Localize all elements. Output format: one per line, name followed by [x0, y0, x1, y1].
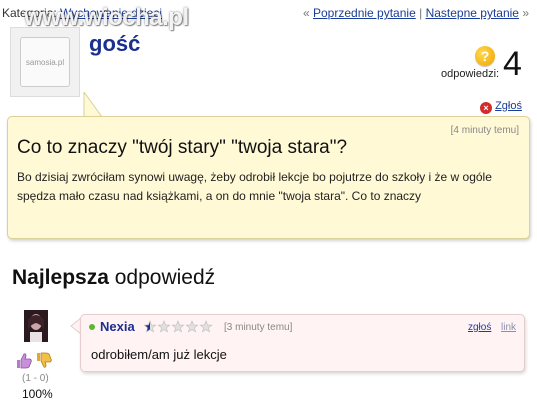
vote-counts: (1 - 0): [22, 373, 49, 384]
answer-permalink[interactable]: link: [501, 322, 516, 333]
next-arrow: »: [522, 6, 529, 20]
answerer-name[interactable]: Nexia: [100, 319, 135, 334]
speech-pointer: [83, 92, 104, 118]
avatar-placeholder: samosia.pl: [20, 37, 70, 87]
prev-arrow: «: [302, 6, 310, 20]
report-answer-link[interactable]: zgłoś: [468, 322, 491, 333]
asker-avatar[interactable]: samosia.pl: [10, 27, 80, 97]
prev-question-link[interactable]: Poprzednie pytanie: [313, 6, 416, 20]
online-status-dot: [89, 324, 95, 330]
asker-name: gość: [89, 31, 141, 56]
answerer-avatar[interactable]: [24, 310, 48, 342]
thumbs-up-icon[interactable]: [16, 352, 32, 369]
answer-box: Nexia [3 minuty temu] zgłoś link odrobił…: [80, 314, 525, 372]
star-icon: [185, 320, 199, 333]
vote-percent: 100%: [22, 387, 53, 401]
best-answer-heading: Najlepsza odpowiedź: [12, 266, 215, 290]
next-question-link[interactable]: Nastepne pytanie: [426, 6, 519, 20]
question-title: Co to znaczy "twój stary" "twoja stara"?: [17, 137, 348, 158]
answers-count: 4: [503, 45, 522, 83]
rating-stars: [143, 320, 213, 333]
thumbs-down-icon[interactable]: [36, 352, 52, 369]
question-navigation: « Poprzednie pytanie | Nastepne pytanie …: [303, 6, 529, 20]
report-question[interactable]: × Zgłoś: [480, 100, 522, 114]
answers-label: odpowiedzi:: [441, 68, 500, 80]
answer-timestamp: [3 minuty temu]: [224, 322, 293, 333]
best-answer-heading-rest: odpowiedź: [108, 266, 216, 289]
star-icon: [171, 320, 185, 333]
close-icon: ×: [480, 102, 492, 114]
best-answer-heading-bold: Najlepsza: [12, 266, 109, 289]
star-icon: [199, 320, 213, 333]
nav-separator: |: [419, 6, 423, 20]
star-icon: [157, 320, 171, 333]
question-box: [4 minuty temu] Co to znaczy "twój stary…: [7, 116, 530, 239]
star-icon: [143, 320, 157, 333]
question-timestamp: [4 minuty temu]: [450, 125, 519, 136]
avatar-image: [24, 310, 48, 342]
report-link[interactable]: Zgłoś: [495, 100, 522, 112]
question-body: Bo dzisiaj zwróciłam synowi uwagę, żeby …: [17, 170, 492, 203]
question-icon: ?: [475, 46, 495, 66]
answer-text: odrobiłem/am już lekcje: [91, 347, 227, 362]
